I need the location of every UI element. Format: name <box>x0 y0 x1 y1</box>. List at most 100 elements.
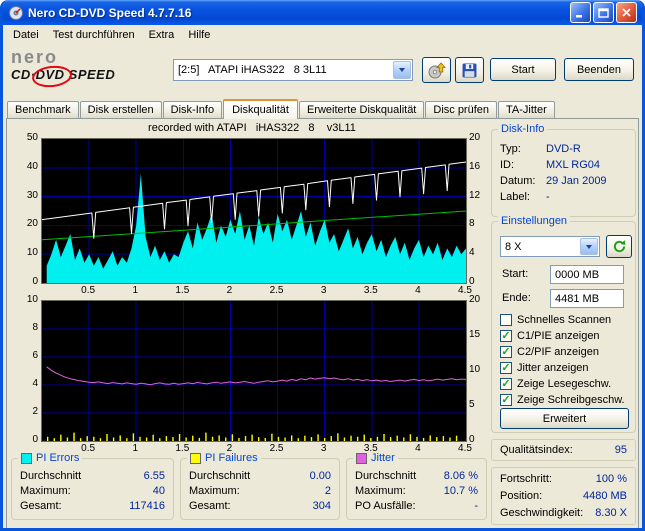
toolbar: nero CD·DVD SPEED [2:5] ATAPI iHAS322 8 … <box>3 44 642 97</box>
chart1-y-right-tick: 12 <box>469 189 481 201</box>
refresh-drive-button[interactable] <box>606 235 632 258</box>
pi-errors-row-durchschnitt: Durchschnitt 6.55 <box>20 470 165 482</box>
close-button[interactable] <box>616 2 637 23</box>
tab-disk-info[interactable]: Disk-Info <box>162 101 223 118</box>
pi-errors-row-gesamt: Gesamt: 117416 <box>20 500 165 512</box>
checkbox-box-c2-pif-anzeigen[interactable]: ✓ <box>500 346 512 358</box>
chart2-x-tick: 4 <box>415 443 421 454</box>
speed-select[interactable]: 8 X <box>500 236 600 257</box>
advanced-button[interactable]: Erweitert <box>500 408 629 429</box>
logo-text-nero: nero <box>11 47 59 67</box>
checkbox-box-zeige-lesegeschw[interactable]: ✓ <box>500 378 512 390</box>
chart2-y-left-tick: 6 <box>32 350 38 361</box>
end-mb-input[interactable] <box>550 289 624 308</box>
quit-button[interactable]: Beenden <box>564 58 634 81</box>
save-button[interactable] <box>455 57 484 83</box>
checkbox-zeige-lesegeschw[interactable]: ✓ Zeige Lesegeschw. <box>500 376 631 392</box>
pi-errors-swatch <box>21 452 32 464</box>
eject-disc-button[interactable] <box>422 57 451 83</box>
chart1-x-tick: 0.5 <box>81 285 96 296</box>
pi-failures-row-durchschnitt-label: Durchschnitt <box>189 470 251 482</box>
chart1-x-tick: 1 <box>132 285 138 296</box>
pi-failures-row-maximum: Maximum: 2 <box>189 485 331 497</box>
pi-failures-row-gesamt: Gesamt: 304 <box>189 500 331 512</box>
chart1-x-tick: 3.5 <box>363 285 378 296</box>
jitter-row-po-ausfälle-value: - <box>474 500 478 512</box>
chart1-x-tick: 2.5 <box>269 285 284 296</box>
drive-select-arrow-icon[interactable] <box>393 61 411 79</box>
disk-info-row-datum: Datum: 29 Jan 2009 <box>500 175 627 187</box>
pi-errors-row-maximum-value: 40 <box>152 485 165 497</box>
chart1-y-left-tick: 10 <box>26 247 38 259</box>
disk-info-row-label: Label: - <box>500 191 627 203</box>
drive-select[interactable]: [2:5] ATAPI iHAS322 8 3L11 <box>173 59 413 81</box>
chart1-y-left-tick: 0 <box>32 276 38 287</box>
checkbox-box-zeige-schreibgeschw[interactable]: ✓ <box>500 394 512 406</box>
quality-index-label: Qualitätsindex: <box>500 444 573 456</box>
window-controls <box>570 2 637 23</box>
pi-errors-group-title: PI Errors <box>18 452 83 464</box>
tab-page-diskqualitaet: recorded with ATAPI iHAS322 8 v3L11 PI E… <box>6 118 639 528</box>
tab-benchmark[interactable]: Benchmark <box>7 101 79 118</box>
checkbox-c2-pif-anzeigen[interactable]: ✓ C2/PIF anzeigen <box>500 344 631 360</box>
chart1-x-tick: 3 <box>320 285 327 296</box>
checkbox-box-jitter-anzeigen[interactable]: ✓ <box>500 362 512 374</box>
pi-errors-group: PI Errors Durchschnitt 6.55 Maximum: 40 Gesa… <box>11 452 174 520</box>
disk-info-group-title: Disk-Info <box>498 123 548 135</box>
tab-diskqualität[interactable]: Diskqualität <box>223 99 298 119</box>
menu-datei[interactable]: Datei <box>6 27 46 43</box>
menu-extra[interactable]: Extra <box>142 27 182 43</box>
chart2-y-left-tick: 0 <box>32 434 38 445</box>
checkbox-label-c2-pif-anzeigen: C2/PIF anzeigen <box>517 346 599 358</box>
eject-disc-icon <box>428 61 446 78</box>
checkbox-box-schnelles-scannen[interactable] <box>500 314 512 326</box>
checkbox-schnelles-scannen[interactable]: Schnelles Scannen <box>500 312 631 328</box>
disk-info-row-label-label: Label: <box>500 191 530 203</box>
menu-test-durchführen[interactable]: Test durchführen <box>46 27 142 43</box>
checkbox-label-c1-pie-anzeigen: C1/PIE anzeigen <box>517 330 600 342</box>
pi-errors-row-maximum-label: Maximum: <box>20 485 71 497</box>
pi-failures-row-gesamt-value: 304 <box>312 500 331 512</box>
progress-row-geschwindigkeit: Geschwindigkeit: 8.30 X <box>500 507 627 519</box>
checkbox-c1-pie-anzeigen[interactable]: ✓ C1/PIE anzeigen <box>500 328 631 344</box>
pi-failures-row-maximum-value: 2 <box>324 485 331 497</box>
chart2-y-right-tick: 5 <box>469 399 475 410</box>
start-mb-input[interactable] <box>550 265 624 284</box>
jitter-row-durchschnitt-value: 8.06 % <box>443 470 478 482</box>
disk-info-row-id-label: ID: <box>500 159 515 171</box>
pi-errors-row-maximum: Maximum: 40 <box>20 485 165 497</box>
window-title: Nero CD-DVD Speed 4.7.7.16 <box>28 5 192 20</box>
chart2-y-left-tick: 4 <box>32 378 38 389</box>
pi-failures-row-maximum-label: Maximum: <box>189 485 240 497</box>
minimize-button[interactable] <box>570 2 591 23</box>
checkbox-label-zeige-schreibgeschw: Zeige Schreibgeschw. <box>517 394 625 406</box>
tab-disk-erstellen[interactable]: Disk erstellen <box>79 101 162 118</box>
jitter-chart <box>41 300 467 442</box>
tab-disc-prüfen[interactable]: Disc prüfen <box>425 101 498 118</box>
tab-erweiterte-diskqualität[interactable]: Erweiterte Diskqualität <box>298 101 425 118</box>
maximize-button[interactable] <box>593 2 614 23</box>
checkbox-box-c1-pie-anzeigen[interactable]: ✓ <box>500 330 512 342</box>
menu-bar: Datei Test durchführen Extra Hilfe <box>3 25 642 44</box>
menu-hilfe[interactable]: Hilfe <box>181 27 217 43</box>
settings-group-title: Einstellungen <box>498 215 571 227</box>
start-mb-label: Start: <box>502 268 529 280</box>
tab-ta-jitter[interactable]: TA-Jitter <box>498 101 555 118</box>
chart1-x-tick: 2 <box>226 285 233 296</box>
progress-row-position: Position: 4480 MB <box>500 490 627 502</box>
chart-title: recorded with ATAPI iHAS322 8 v3L11 <box>148 122 356 134</box>
pi-errors-row-gesamt-value: 117416 <box>129 500 165 512</box>
chart1-y-left-tick: 50 <box>26 132 38 143</box>
chart1-x-tick: 4 <box>415 285 421 296</box>
chart1-y-right-tick: 4 <box>469 247 475 259</box>
chart2-y-left-tick: 2 <box>32 406 38 417</box>
start-button[interactable]: Start <box>490 58 556 81</box>
chart2-y-right-tick: 15 <box>469 329 481 340</box>
checkbox-zeige-schreibgeschw[interactable]: ✓ Zeige Schreibgeschw. <box>500 392 631 408</box>
pi-errors-row-gesamt-label: Gesamt: <box>20 500 62 512</box>
progress-row-fortschritt-label: Fortschritt: <box>500 472 552 485</box>
tab-strip: Benchmark Disk erstellen Disk-Info Diskqual… <box>3 97 642 119</box>
checkbox-jitter-anzeigen[interactable]: ✓ Jitter anzeigen <box>500 360 631 376</box>
pi-failures-row-durchschnitt-value: 0.00 <box>309 470 331 482</box>
speed-select-arrow-icon[interactable] <box>580 238 598 255</box>
